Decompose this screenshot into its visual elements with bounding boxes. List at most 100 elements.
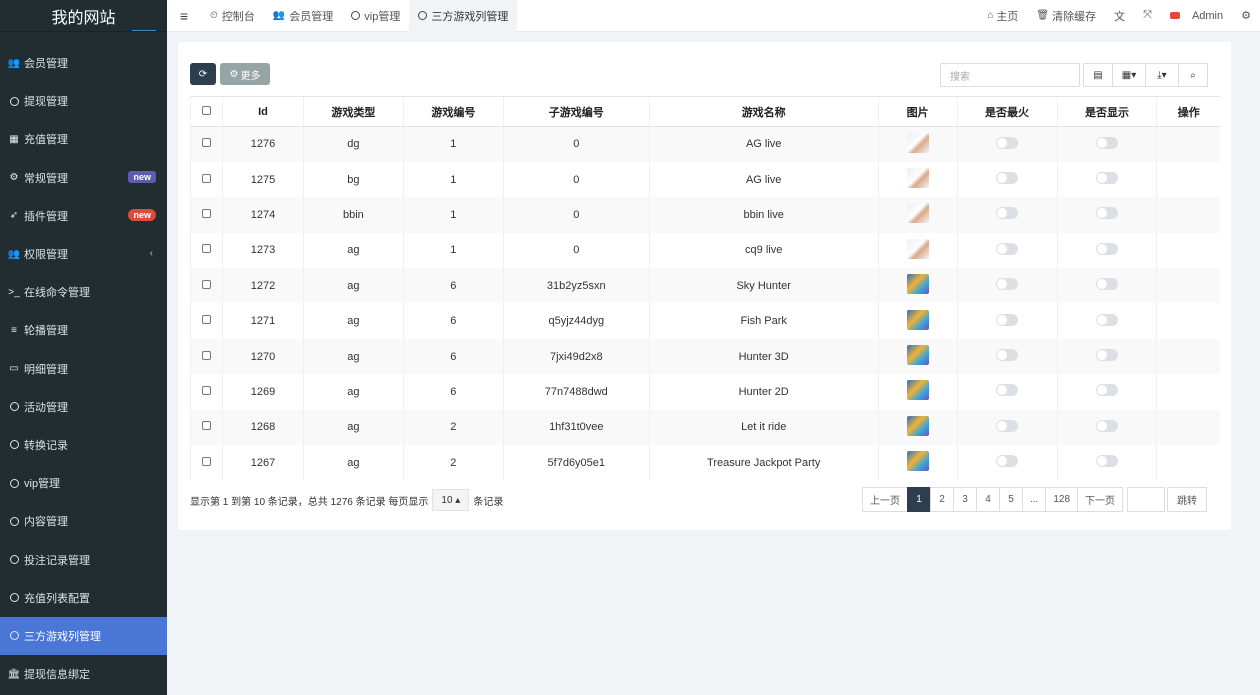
- visible-toggle[interactable]: [1095, 455, 1118, 468]
- page-button[interactable]: 1: [907, 487, 931, 512]
- row-checkbox[interactable]: [201, 385, 211, 395]
- sidebar-item-3[interactable]: ⚙ 常规管理 new: [0, 159, 167, 197]
- visible-toggle[interactable]: [1095, 278, 1118, 291]
- table-row[interactable]: 1272 ag 6 31b2yz5sxn Sky Hunter: [190, 268, 1220, 304]
- col-is-hot[interactable]: 是否最火: [956, 96, 1058, 127]
- game-thumbnail[interactable]: [906, 132, 929, 153]
- sidebar-toggle-icon[interactable]: ≡: [167, 0, 201, 32]
- game-thumbnail[interactable]: [906, 345, 929, 366]
- hot-toggle[interactable]: [996, 136, 1019, 149]
- advanced-search-button[interactable]: ⌕: [1178, 63, 1208, 87]
- tab-1[interactable]: 👥 会员管理: [264, 0, 342, 32]
- row-checkbox[interactable]: [201, 208, 211, 218]
- user-menu[interactable]: Admin: [1161, 10, 1232, 22]
- row-checkbox[interactable]: [201, 279, 211, 289]
- table-row[interactable]: 1270 ag 6 7jxi49d2x8 Hunter 3D: [190, 338, 1220, 375]
- visible-toggle[interactable]: [1095, 419, 1118, 432]
- tab-0[interactable]: ⏲ 控制台: [201, 0, 264, 32]
- game-thumbnail[interactable]: [906, 415, 929, 436]
- sidebar-item-9[interactable]: 活动管理: [0, 388, 167, 426]
- sidebar-item-1[interactable]: 提现管理: [0, 82, 167, 120]
- table-row[interactable]: 1274 bbin 1 0 bbin live: [190, 197, 1220, 233]
- tab-2[interactable]: vip管理: [342, 0, 409, 32]
- columns-button[interactable]: ▦▾: [1112, 63, 1146, 87]
- visible-toggle[interactable]: [1095, 207, 1118, 220]
- hot-toggle[interactable]: [996, 172, 1019, 185]
- col-game-name[interactable]: 游戏名称: [648, 96, 879, 127]
- hot-toggle[interactable]: [996, 207, 1019, 220]
- select-all-checkbox[interactable]: [201, 105, 211, 115]
- visible-toggle[interactable]: [1095, 242, 1118, 255]
- next-page-button[interactable]: 下一页: [1077, 487, 1124, 512]
- table-row[interactable]: 1269 ag 6 77n7488dwd Hunter 2D: [190, 374, 1220, 410]
- sidebar-item-16[interactable]: 🏛 提现信息绑定: [0, 655, 167, 693]
- col-game-type[interactable]: 游戏类型: [302, 96, 404, 127]
- export-button[interactable]: ⤓▾: [1145, 63, 1179, 87]
- hot-toggle[interactable]: [996, 278, 1019, 291]
- hot-toggle[interactable]: [996, 419, 1019, 432]
- sidebar-item-0[interactable]: 👥 会员管理: [0, 44, 167, 82]
- sidebar-item-2[interactable]: ▦ 充值管理: [0, 120, 167, 158]
- game-thumbnail[interactable]: [906, 238, 929, 259]
- prev-page-button[interactable]: 上一页: [862, 487, 908, 512]
- game-thumbnail[interactable]: [906, 451, 929, 472]
- clear-cache-button[interactable]: 🗑 清除缓存: [1027, 8, 1105, 24]
- game-thumbnail[interactable]: [906, 274, 929, 295]
- col-sub-game-no[interactable]: 子游戏编号: [502, 96, 650, 127]
- sidebar-item-12[interactable]: 内容管理: [0, 502, 167, 540]
- table-row[interactable]: 1273 ag 1 0 cq9 live: [190, 232, 1220, 269]
- page-size-select[interactable]: 10 ▴: [432, 489, 470, 511]
- sidebar-item-11[interactable]: vip管理: [0, 464, 167, 502]
- page-button[interactable]: 2: [930, 487, 954, 512]
- home-link[interactable]: ⌂ 主页: [978, 8, 1027, 24]
- sidebar-item-10[interactable]: 转换记录: [0, 426, 167, 464]
- hot-toggle[interactable]: [996, 349, 1019, 362]
- col-id[interactable]: Id: [221, 96, 304, 127]
- visible-toggle[interactable]: [1095, 313, 1118, 326]
- toggle-view-button[interactable]: ▤: [1083, 63, 1113, 87]
- row-checkbox[interactable]: [201, 173, 211, 183]
- sidebar-item-14[interactable]: 充值列表配置: [0, 579, 167, 617]
- hot-toggle[interactable]: [996, 242, 1019, 255]
- row-checkbox[interactable]: [201, 244, 211, 254]
- hot-toggle[interactable]: [996, 384, 1019, 397]
- visible-toggle[interactable]: [1095, 349, 1118, 362]
- row-checkbox[interactable]: [201, 350, 211, 360]
- search-input[interactable]: 搜索: [940, 63, 1080, 87]
- row-checkbox[interactable]: [201, 315, 211, 325]
- page-button[interactable]: 3: [953, 487, 977, 512]
- col-game-no[interactable]: 游戏编号: [402, 96, 504, 127]
- page-button[interactable]: 4: [976, 487, 1000, 512]
- visible-toggle[interactable]: [1095, 384, 1118, 397]
- language-button[interactable]: 文: [1105, 8, 1134, 24]
- col-is-visible[interactable]: 是否显示: [1056, 96, 1157, 127]
- visible-toggle[interactable]: [1095, 136, 1118, 149]
- table-row[interactable]: 1275 bg 1 0 AG live: [190, 161, 1220, 198]
- fullscreen-button[interactable]: ⤧: [1134, 9, 1161, 22]
- row-checkbox[interactable]: [201, 421, 211, 431]
- jump-button[interactable]: 跳转: [1167, 487, 1208, 512]
- table-row[interactable]: 1276 dg 1 0 AG live: [190, 126, 1220, 162]
- game-thumbnail[interactable]: [906, 309, 929, 330]
- sidebar-item-7[interactable]: ≡ 轮播管理: [0, 311, 167, 349]
- game-thumbnail[interactable]: [906, 203, 929, 224]
- sidebar-item-8[interactable]: ▭ 明细管理: [0, 350, 167, 388]
- page-button[interactable]: 5: [999, 487, 1023, 512]
- table-row[interactable]: 1267 ag 2 5f7d6y05e1 Treasure Jackpot Party: [190, 445, 1220, 481]
- game-thumbnail[interactable]: [906, 380, 929, 401]
- jump-page-input[interactable]: [1127, 487, 1166, 512]
- tab-3[interactable]: 三方游戏列管理: [409, 0, 518, 32]
- sidebar-item-15[interactable]: 三方游戏列管理: [0, 616, 167, 655]
- hot-toggle[interactable]: [996, 313, 1019, 326]
- hot-toggle[interactable]: [996, 455, 1019, 468]
- more-button[interactable]: ⚙ 更多: [220, 63, 270, 85]
- table-row[interactable]: 1271 ag 6 q5yjz44dyg Fish Park: [190, 303, 1220, 339]
- game-thumbnail[interactable]: [906, 168, 929, 189]
- page-button[interactable]: 128: [1045, 487, 1079, 512]
- row-checkbox[interactable]: [201, 138, 211, 148]
- sidebar-item-5[interactable]: 👥 权限管理 ‹: [0, 235, 167, 273]
- table-row[interactable]: 1268 ag 2 1hf31t0vee Let it ride: [190, 409, 1220, 446]
- settings-button[interactable]: ⚙: [1232, 9, 1260, 22]
- row-checkbox[interactable]: [201, 456, 211, 466]
- sidebar-item-6[interactable]: >_ 在线命令管理: [0, 273, 167, 311]
